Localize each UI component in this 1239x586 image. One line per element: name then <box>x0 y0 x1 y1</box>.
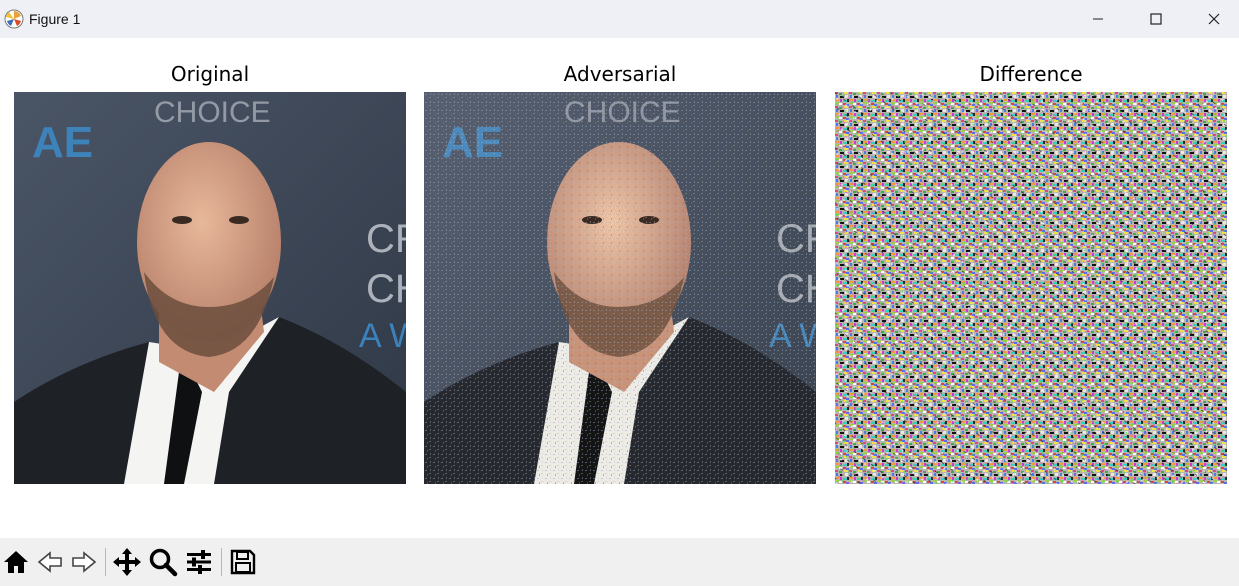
matplotlib-logo-icon <box>3 8 25 30</box>
panel-title-original: Original <box>170 62 250 86</box>
figure-canvas[interactable]: Original AE CHOICE CR CH A W <box>0 38 1239 538</box>
save-button[interactable] <box>227 546 259 578</box>
minimize-icon <box>1093 18 1103 20</box>
configure-subplots-button[interactable] <box>183 546 215 578</box>
pan-icon <box>113 548 141 576</box>
maximize-button[interactable] <box>1127 0 1185 38</box>
forward-button[interactable] <box>68 546 100 578</box>
window-titlebar: Figure 1 <box>0 0 1239 38</box>
panel-title-difference: Difference <box>979 62 1083 86</box>
difference-image <box>835 92 1227 484</box>
svg-text:CR: CR <box>366 217 406 261</box>
maximize-icon <box>1150 13 1162 25</box>
back-button[interactable] <box>34 546 66 578</box>
panel-title-adversarial: Adversarial <box>563 62 677 86</box>
zoom-button[interactable] <box>147 546 179 578</box>
toolbar-separator <box>105 548 106 576</box>
home-icon <box>4 551 28 573</box>
forward-icon <box>72 551 97 573</box>
original-image: AE CHOICE CR CH A W <box>14 92 406 484</box>
back-icon <box>37 551 62 573</box>
svg-text:CH: CH <box>366 267 406 311</box>
home-button[interactable] <box>0 546 32 578</box>
svg-text:A W: A W <box>359 317 406 355</box>
adversarial-image: AE CHOICE CR CH A W <box>424 92 816 484</box>
close-icon <box>1208 13 1220 25</box>
window-title: Figure 1 <box>29 11 81 27</box>
pan-button[interactable] <box>111 546 143 578</box>
navigation-toolbar <box>0 538 1239 586</box>
zoom-icon <box>149 548 178 577</box>
configure-subplots-icon <box>187 550 211 574</box>
toolbar-separator <box>221 548 222 576</box>
minimize-button[interactable] <box>1069 0 1127 38</box>
svg-text:AE: AE <box>32 118 93 167</box>
close-button[interactable] <box>1185 0 1239 38</box>
svg-text:CHOICE: CHOICE <box>154 96 271 129</box>
save-icon <box>230 549 256 575</box>
